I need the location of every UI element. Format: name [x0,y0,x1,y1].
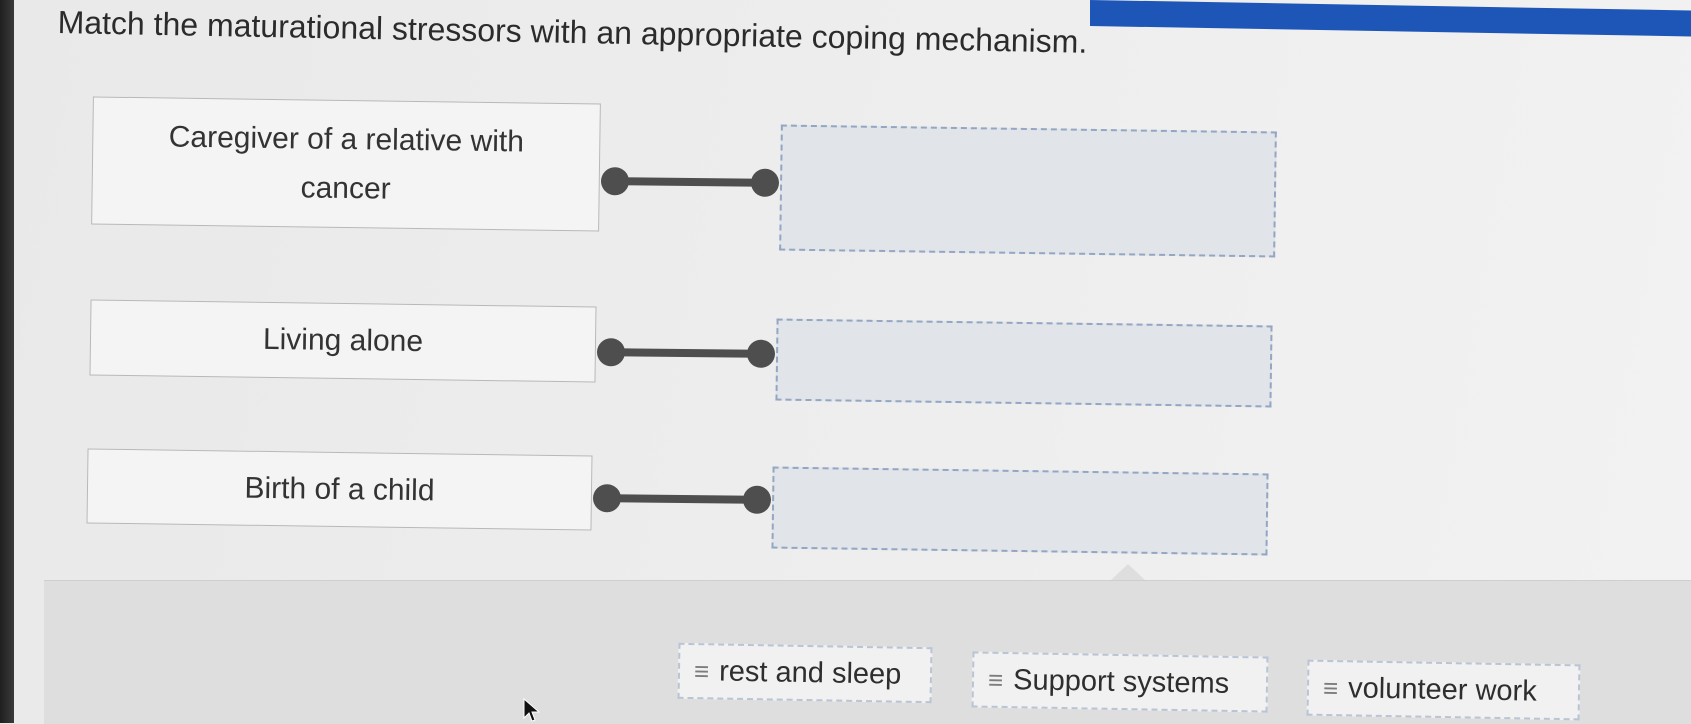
screen-bezel [0,0,14,723]
match-connector [600,167,780,197]
drag-handle-icon: ≡ [693,655,710,686]
premise-box: Birth of a child [86,448,593,531]
mouse-cursor-icon [523,698,540,722]
answer-chip-volunteer-work[interactable]: ≡ volunteer work [1306,659,1581,721]
drop-zone[interactable] [771,466,1269,556]
answer-chip-label: volunteer work [1347,671,1538,708]
window-header-bar [1090,0,1691,37]
answer-chip-label: Support systems [1012,663,1230,700]
drop-zone[interactable] [775,318,1273,408]
answer-chip-rest-and-sleep[interactable]: ≡ rest and sleep [677,642,933,704]
answer-chip-label: rest and sleep [718,655,902,691]
connector-start-dot [596,338,626,367]
drag-handle-icon: ≡ [987,664,1004,695]
connector-start-dot [592,484,622,513]
premise-label: Caregiver of a relative with cancer [168,120,525,206]
premise-box: Caregiver of a relative with cancer [91,96,601,232]
answer-chip-support-systems[interactable]: ≡ Support systems [971,651,1269,713]
connector-end-dot [750,168,780,197]
connector-end-dot [746,339,776,368]
drop-zone[interactable] [779,124,1277,258]
premise-box: Living alone [89,299,597,383]
premise-label: Birth of a child [244,471,435,508]
question-text: Match the maturational stressors with an… [57,4,1088,60]
connector-start-dot [600,167,630,196]
drag-handle-icon: ≡ [1322,672,1339,703]
answer-bank-pointer [1110,564,1146,581]
match-connector [592,484,772,514]
match-connector [596,338,776,368]
connector-end-dot [742,485,772,514]
premise-label: Living alone [262,323,424,359]
